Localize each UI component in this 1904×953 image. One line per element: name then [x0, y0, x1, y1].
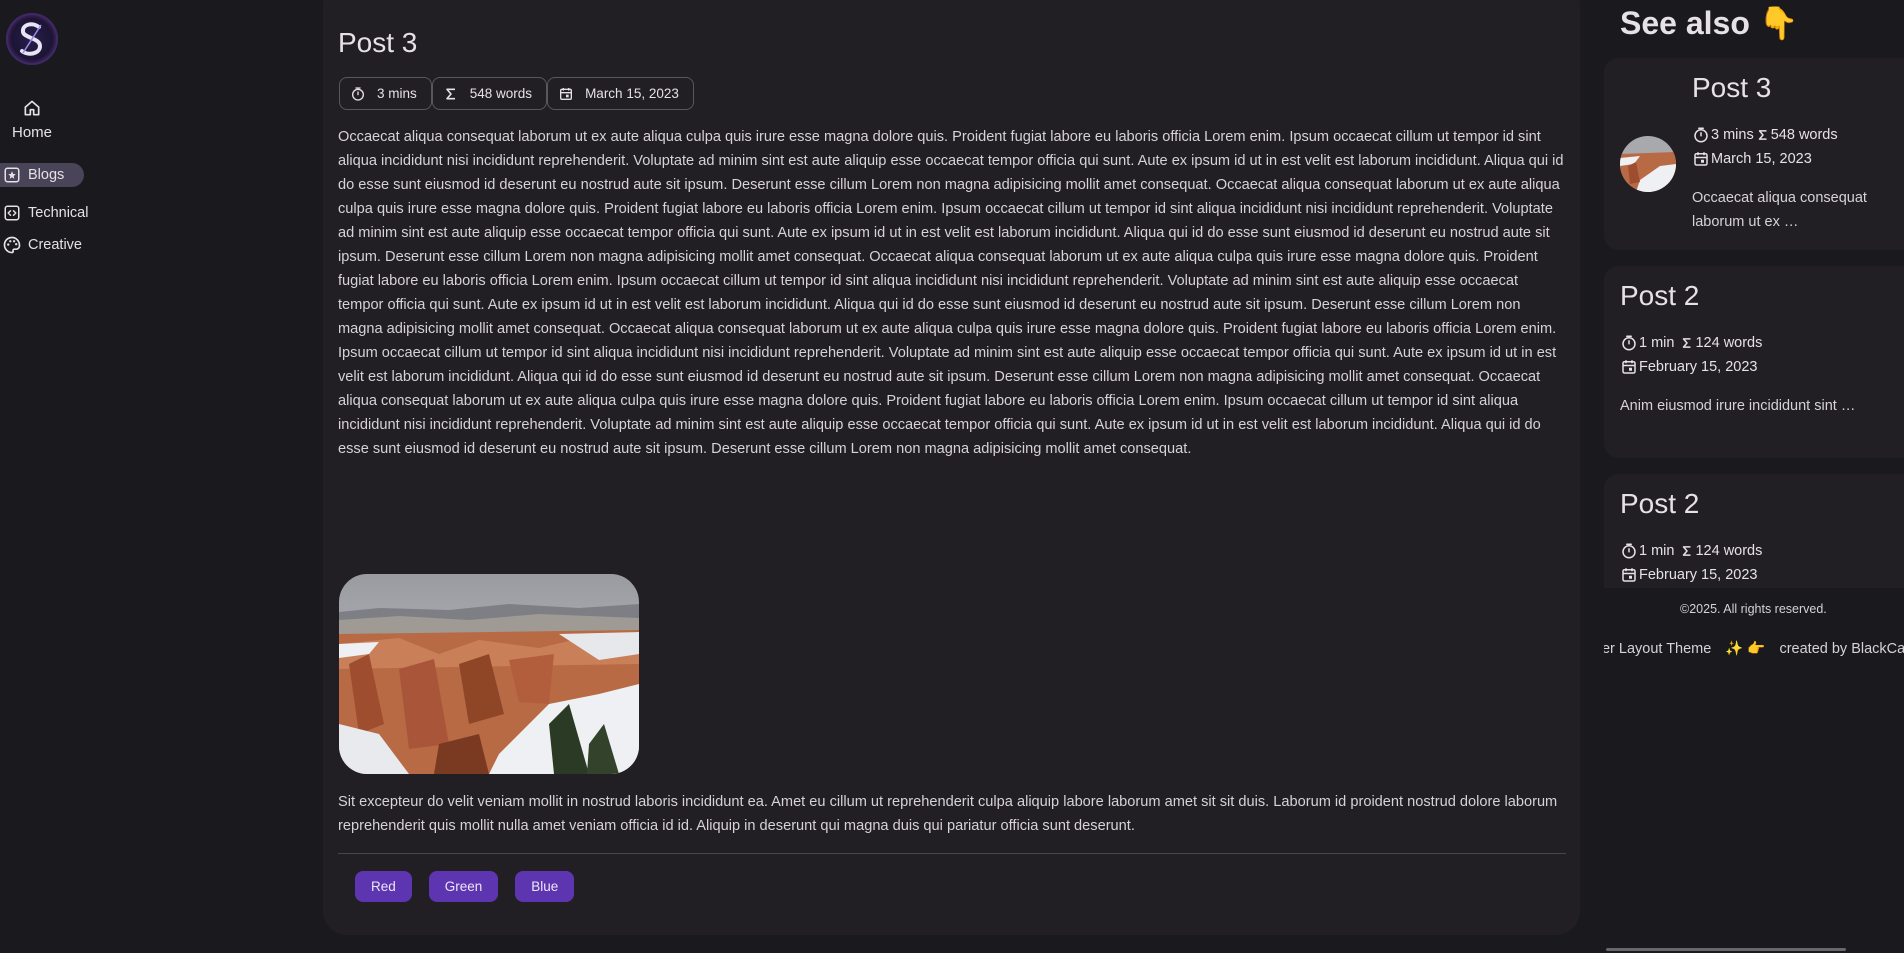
word-count-chip[interactable]: 548 words	[431, 77, 548, 110]
theme-name-link[interactable]: Stargazer Layout Theme	[1604, 641, 1711, 657]
nav-item-technical[interactable]: Technical	[0, 201, 88, 225]
word-count-text: 124 words	[1695, 335, 1763, 351]
see-also-card-stats: 1 min 124 words	[1620, 542, 1762, 560]
see-also-heading: See also 👇	[1620, 5, 1799, 41]
date-text: February 15, 2023	[1639, 567, 1758, 583]
read-time-text: 1 min	[1639, 543, 1675, 559]
nav-item-technical-label: Technical	[28, 205, 89, 221]
date-text: March 15, 2023	[1711, 151, 1812, 167]
see-also-card[interactable]: Post 2 1 min 124 words February 15, 2023…	[1604, 266, 1904, 458]
excerpt-line: Anim eiusmod irure incididunt sint …	[1620, 398, 1856, 414]
see-also-card-excerpt: Anim eiusmod irure incididunt sint …	[1620, 394, 1855, 418]
nav-item-blogs-label: Blogs	[28, 167, 65, 183]
footer-credit-marquee: Stargazer Layout Theme ✨ 👉 created by Blac…	[1604, 636, 1904, 662]
read-time-text: 3 mins	[1711, 127, 1754, 143]
date-text: March 15, 2023	[585, 86, 679, 101]
footer-credit: Stargazer Layout Theme ✨ 👉 created by Blac…	[1604, 640, 1904, 657]
see-also-card-date: February 15, 2023	[1620, 566, 1758, 584]
read-time-chip[interactable]: 3 mins	[339, 77, 432, 110]
article-paragraph-2: Sit excepteur do velit veniam mollit in …	[338, 794, 1558, 834]
timer-icon	[350, 86, 366, 102]
article-image	[339, 574, 639, 774]
sigma-icon	[1680, 544, 1694, 558]
see-also-card-excerpt: Occaecat aliqua consequat laborum ut ex …	[1692, 186, 1867, 234]
article-paragraph: Occaecat aliqua consequat laborum ut ex …	[338, 129, 1564, 457]
copyright-text: ©2025. All rights reserved.	[1680, 602, 1827, 616]
see-also-card-date: February 15, 2023	[1620, 358, 1758, 376]
tag-list: Red Green Blue	[355, 871, 575, 902]
nav-item-creative[interactable]: Creative	[0, 233, 82, 257]
read-time-text: 1 min	[1639, 335, 1675, 351]
see-also-card-stats: 1 min 124 words	[1620, 334, 1762, 352]
see-also-card-title: Post 3	[1692, 72, 1772, 103]
home-icon	[24, 100, 40, 116]
tag-blue[interactable]: Blue	[515, 871, 575, 902]
see-also-card-title: Post 2	[1620, 280, 1700, 311]
tag-red[interactable]: Red	[355, 871, 412, 902]
nav-item-blogs[interactable]: Blogs	[0, 163, 85, 187]
star-box-icon	[1, 166, 23, 184]
horizontal-scrollbar[interactable]	[1606, 948, 1846, 951]
excerpt-line: Occaecat aliqua consequat	[1692, 190, 1867, 206]
sigma-icon	[443, 86, 459, 102]
timer-icon	[1692, 126, 1710, 144]
author-credit[interactable]: created by BlackCat	[1779, 641, 1904, 657]
palette-icon	[1, 235, 23, 255]
code-box-icon	[1, 204, 23, 222]
calendar-icon	[1620, 566, 1638, 584]
post-meta-chips: 3 mins 548 words March 15, 2023	[339, 77, 694, 110]
nav-rail: Home Blogs Technical Creative	[0, 0, 110, 953]
timer-icon	[1620, 334, 1638, 352]
date-text: February 15, 2023	[1639, 359, 1758, 375]
date-chip[interactable]: March 15, 2023	[547, 77, 694, 110]
read-time-text: 3 mins	[377, 86, 417, 101]
nav-home[interactable]: Home	[0, 98, 64, 141]
word-count-text: 548 words	[1770, 127, 1838, 143]
see-also-card-date: March 15, 2023	[1692, 150, 1812, 168]
sigma-icon	[1680, 336, 1694, 350]
see-also-list: Post 3 3 mins 548 words March 15, 2023 O…	[1604, 58, 1904, 588]
calendar-icon	[558, 86, 574, 102]
tag-green[interactable]: Green	[428, 871, 499, 902]
see-also-card[interactable]: Post 2 1 min 124 words February 15, 2023	[1604, 474, 1904, 588]
sigma-icon	[1756, 128, 1770, 142]
s-monogram-logo-icon	[20, 22, 43, 56]
word-count-text: 124 words	[1695, 543, 1763, 559]
post-thumbnail	[1620, 136, 1676, 192]
see-also-card[interactable]: Post 3 3 mins 548 words March 15, 2023 O…	[1604, 58, 1904, 250]
calendar-icon	[1692, 150, 1710, 168]
page-title: Post 3	[338, 27, 418, 58]
nav-home-label: Home	[11, 124, 52, 141]
sparkle-pointing-emoji: ✨ 👉	[1725, 641, 1766, 657]
divider	[338, 853, 1566, 854]
see-also-card-stats: 3 mins 548 words	[1692, 126, 1838, 144]
site-logo[interactable]	[6, 13, 58, 65]
calendar-icon	[1620, 358, 1638, 376]
excerpt-line: laborum ut ex …	[1692, 214, 1799, 230]
timer-icon	[1620, 542, 1638, 560]
see-also-card-title: Post 2	[1620, 488, 1700, 519]
nav-item-creative-label: Creative	[28, 237, 82, 253]
word-count-text: 548 words	[469, 86, 533, 101]
